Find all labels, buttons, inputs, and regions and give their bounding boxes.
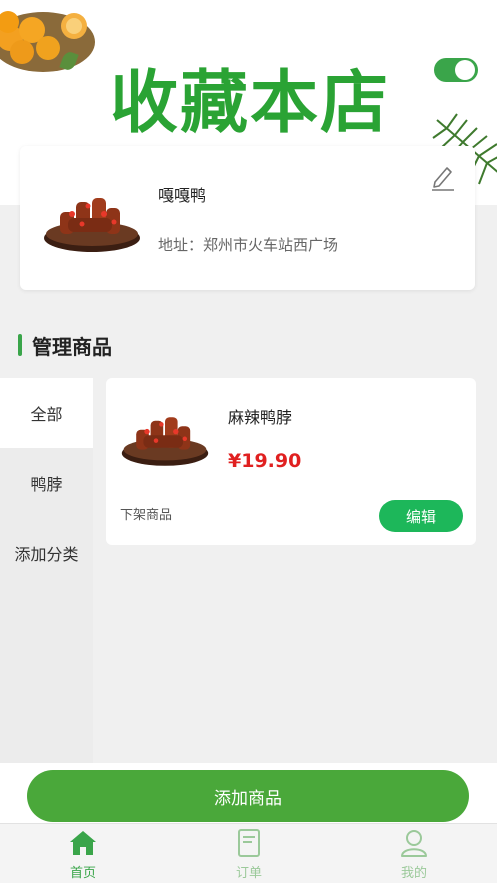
section-title: 管理商品 bbox=[32, 334, 112, 359]
shop-info-card: 嘎嘎鸭 地址：郑州市火车站西广场 bbox=[20, 146, 475, 290]
user-icon bbox=[401, 830, 427, 857]
order-icon bbox=[238, 829, 260, 857]
tab-home-label: 首页 bbox=[69, 866, 96, 881]
shop-image bbox=[44, 198, 140, 252]
tab-mine-label: 我的 bbox=[400, 866, 427, 881]
shop-name: 嘎嘎鸭 bbox=[158, 186, 207, 205]
product-name: 麻辣鸭脖 bbox=[228, 408, 293, 427]
add-product-button[interactable]: 添加商品 bbox=[27, 770, 469, 822]
banner-title: 收藏本店 bbox=[109, 63, 390, 143]
home-icon bbox=[70, 831, 96, 855]
favorite-toggle[interactable] bbox=[434, 58, 478, 82]
product-price: ¥19.90 bbox=[228, 450, 302, 472]
product-card: 麻辣鸭脖 ¥19.90 下架商品 编辑 bbox=[106, 378, 476, 545]
category-item-all[interactable]: 全部 bbox=[0, 378, 93, 448]
add-category-button[interactable]: 添加分类 bbox=[0, 518, 93, 588]
category-item-duck-neck[interactable]: 鸭脖 bbox=[0, 448, 93, 518]
bottom-tab-bar: 首页 订单 我的 bbox=[0, 823, 497, 883]
tab-mine[interactable]: 我的 bbox=[354, 828, 474, 882]
tab-home[interactable]: 首页 bbox=[23, 828, 143, 882]
toggle-knob bbox=[455, 60, 475, 80]
category-sidebar: 全部 鸭脖 添加分类 bbox=[0, 378, 93, 763]
pencil-icon[interactable] bbox=[430, 164, 456, 192]
section-accent-bar bbox=[18, 334, 22, 356]
delist-product-link[interactable]: 下架商品 bbox=[120, 504, 172, 523]
tab-orders-label: 订单 bbox=[235, 866, 262, 881]
shop-address: 地址：郑州市火车站西广场 bbox=[158, 236, 339, 254]
product-image bbox=[121, 417, 209, 466]
section-header: 管理商品 bbox=[18, 332, 112, 359]
tab-orders[interactable]: 订单 bbox=[189, 828, 309, 882]
edit-product-button[interactable]: 编辑 bbox=[379, 500, 463, 532]
